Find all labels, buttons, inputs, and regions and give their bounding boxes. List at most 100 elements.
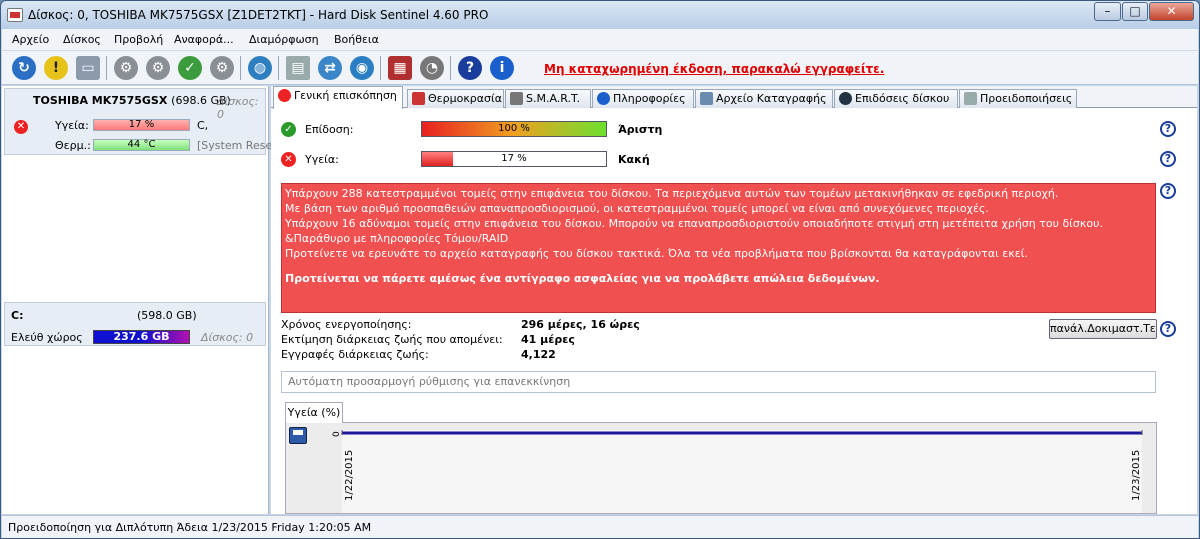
disk-model: TOSHIBA MK7575GSX xyxy=(33,94,168,107)
main-panel: Γενική επισκόπηση Θερμοκρασία S.M.A.R.T.… xyxy=(271,86,1197,514)
menu-file[interactable]: Αρχείο xyxy=(12,33,49,46)
menu-bar: Αρχείο Δίσκος Προβολή Αναφορά... Διαμόρφ… xyxy=(2,29,1198,51)
help-icon[interactable]: ? xyxy=(1160,183,1176,199)
document-icon[interactable]: ▤ xyxy=(286,56,310,80)
log-icon xyxy=(700,92,713,105)
menu-help[interactable]: Βοήθεια xyxy=(334,33,379,46)
test-extended-icon[interactable]: ⚙ xyxy=(146,56,170,80)
tab-smart[interactable]: S.M.A.R.T. xyxy=(505,89,591,108)
message-line[interactable]: &Παράθυρο με πληροφορίες Τόμου/RAID xyxy=(285,231,1152,246)
lifetime-records-label: Εγγραφές διάρκειας ζωής: xyxy=(281,348,429,361)
volume-disk-number: Δίσκος: 0 xyxy=(201,331,254,344)
main-window: Δίσκος: 0, TOSHIBA MK7575GSX [Z1DET2TKT]… xyxy=(0,0,1200,539)
health-label: Υγεία: xyxy=(305,153,339,166)
free-space-bar: 237.6 GB xyxy=(93,330,190,344)
status-text: Προειδοποίηση για Διπλότυπη Άδεια 1/23/2… xyxy=(8,521,372,534)
help-icon[interactable]: ? xyxy=(1160,321,1176,337)
error-icon: ✕ xyxy=(14,120,28,134)
health-bar-fill xyxy=(422,152,454,166)
sound-icon[interactable]: ◔ xyxy=(420,56,444,80)
message-line: Προτείνετε να ερευνάτε το αρχείο καταγρα… xyxy=(285,247,1028,260)
minimize-button[interactable]: – xyxy=(1094,2,1121,21)
restart-setting-field[interactable]: Αυτόματη προσαρμογή ρύθμισης για επανεκκ… xyxy=(281,371,1156,393)
disk-number: Δίσκος: 0 xyxy=(217,95,259,121)
remaining-life-value: 41 μέρες xyxy=(521,333,575,346)
health-bar: 17 % xyxy=(93,119,190,131)
help-icon[interactable]: ? xyxy=(1160,151,1176,167)
performance-label: Επίδοση: xyxy=(305,123,354,136)
tab-performance[interactable]: Επιδόσεις δίσκου xyxy=(834,89,958,108)
alerts-icon xyxy=(964,92,977,105)
menu-report[interactable]: Αναφορά... xyxy=(174,33,234,46)
temperature-value: 44 °C xyxy=(127,139,156,150)
help-icon[interactable]: ? xyxy=(1160,121,1176,137)
test-icon[interactable]: ⚙ xyxy=(114,56,138,80)
globe-icon[interactable]: ◍ xyxy=(248,56,272,80)
health-value: 17 % xyxy=(501,153,527,164)
health-bar: 17 % xyxy=(421,151,607,167)
tab-alerts[interactable]: Προειδοποιήσεις xyxy=(959,89,1077,108)
chart-tab-health[interactable]: Υγεία (%) xyxy=(285,402,343,423)
ok-icon: ✓ xyxy=(281,122,296,137)
tab-bar: Γενική επισκόπηση Θερμοκρασία S.M.A.R.T.… xyxy=(271,86,1197,109)
volume-letter: C: xyxy=(11,309,24,322)
error-icon: ✕ xyxy=(281,152,296,167)
power-on-value: 296 μέρες, 16 ώρες xyxy=(521,318,640,331)
maximize-button[interactable]: □ xyxy=(1122,2,1148,21)
performance-value: 100 % xyxy=(498,123,530,134)
app-icon xyxy=(7,8,23,22)
disk-entry[interactable]: TOSHIBA MK7575GSX (698.6 GB) Δίσκος: 0 ✕… xyxy=(4,88,272,155)
disk-title: TOSHIBA MK7575GSX (698.6 GB) xyxy=(33,94,231,107)
test-ok-icon[interactable]: ✓ xyxy=(178,56,202,80)
refresh-icon[interactable]: ↻ xyxy=(12,56,36,80)
close-button[interactable]: ✕ xyxy=(1149,2,1194,21)
lifetime-records-value: 4,122 xyxy=(521,348,556,361)
status-bar: Προειδοποίηση για Διπλότυπη Άδεια 1/23/2… xyxy=(2,515,1198,538)
health-chart-svg: 0 1/22/2015 1/23/2015 xyxy=(332,430,1143,513)
health-chart: 0 1/22/2015 1/23/2015 xyxy=(285,422,1157,514)
tab-temperature[interactable]: Θερμοκρασία xyxy=(407,89,504,108)
warning-icon[interactable]: ! xyxy=(44,56,68,80)
info-icon xyxy=(597,92,610,105)
title-bar[interactable]: Δίσκος: 0, TOSHIBA MK7575GSX [Z1DET2TKT]… xyxy=(1,1,1199,29)
disk-icon[interactable]: ▭ xyxy=(76,56,100,80)
power-on-label: Χρόνος ενεργοποίησης: xyxy=(281,318,412,331)
tab-log[interactable]: Αρχείο Καταγραφής xyxy=(695,89,833,108)
overview-content: ✓ Επίδοση: 100 % Άριστη ? ✕ Υγεία: 17 % … xyxy=(271,109,1197,514)
error-icon xyxy=(278,89,291,102)
performance-rating: Άριστη xyxy=(618,123,663,136)
message-backup-warning: Προτείνεται να πάρετε αμέσως ένα αντίγρα… xyxy=(285,272,880,285)
message-line: Υπάρχουν 16 αδύναμοι τομείς στην επιφάνε… xyxy=(285,217,1103,230)
smart-icon xyxy=(510,92,523,105)
remaining-life-label: Εκτίμηση διάρκειας ζωής που απομένει: xyxy=(281,333,503,346)
test-settings-icon[interactable]: ⚙ xyxy=(210,56,234,80)
info-icon[interactable]: i xyxy=(490,56,514,80)
volume-size: (598.0 GB) xyxy=(137,309,197,322)
menu-disk[interactable]: Δίσκος xyxy=(63,33,101,46)
health-drive: C, xyxy=(197,119,209,132)
temperature-bar: 44 °C xyxy=(93,139,190,151)
volume-entry[interactable]: C: (598.0 GB) Ελεύθ χώρος 237.6 GB Δίσκο… xyxy=(4,302,266,346)
toolbar: ↻ ! ▭ ⚙ ⚙ ✓ ⚙ ◍ ▤ ⇄ ◉ ▦ ◔ ? i Μη καταχωρ… xyxy=(2,51,1198,85)
performance-bar: 100 % xyxy=(421,121,607,137)
menu-configuration[interactable]: Διαμόρφωση xyxy=(249,33,319,46)
y-tick-label: 0 xyxy=(332,431,342,437)
sync-icon[interactable]: ⇄ xyxy=(318,56,342,80)
temperature-drive: [System Rese xyxy=(197,139,273,152)
window-title: Δίσκος: 0, TOSHIBA MK7575GSX [Z1DET2TKT]… xyxy=(28,8,489,22)
chart-report-icon[interactable]: ▦ xyxy=(388,56,412,80)
x-tick-label-start: 1/22/2015 xyxy=(344,450,355,501)
free-space-label: Ελεύθ χώρος xyxy=(11,331,83,344)
self-test-button[interactable]: πανάλ.Δοκιμαστ.Τεσ xyxy=(1049,319,1157,339)
help-icon[interactable]: ? xyxy=(458,56,482,80)
register-link[interactable]: Μη καταχωρημένη έκδοση, παρακαλώ εγγραφε… xyxy=(544,62,884,76)
thermometer-icon xyxy=(412,92,425,105)
message-line: Υπάρχουν 288 κατεστραμμένοι τομείς στην … xyxy=(285,187,1059,200)
disk-list-panel: TOSHIBA MK7575GSX (698.6 GB) Δίσκος: 0 ✕… xyxy=(2,86,272,514)
tab-information[interactable]: Πληροφορίες xyxy=(592,89,694,108)
menu-view[interactable]: Προβολή xyxy=(114,33,163,46)
message-line: Με βάση των αριθμό προσπαθειών απαναπροσ… xyxy=(285,202,989,215)
network-icon[interactable]: ◉ xyxy=(350,56,374,80)
tab-overview[interactable]: Γενική επισκόπηση xyxy=(273,86,403,109)
status-message-box: Υπάρχουν 288 κατεστραμμένοι τομείς στην … xyxy=(281,183,1156,313)
